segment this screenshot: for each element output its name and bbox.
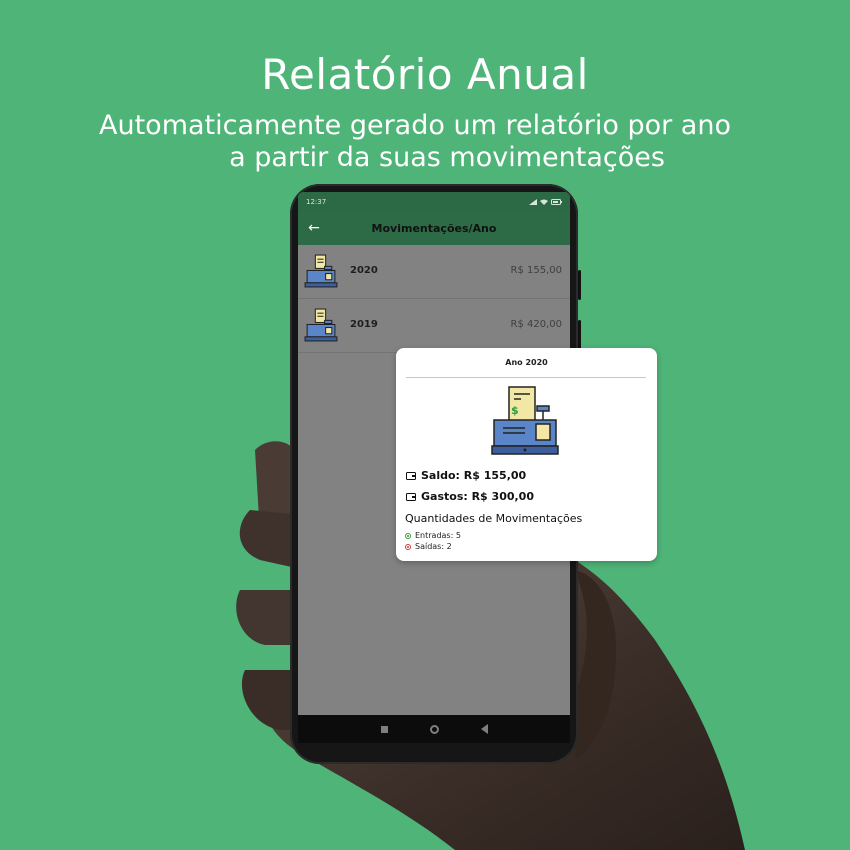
list-item[interactable]: 2019 R$ 420,00 [298, 299, 570, 353]
quantities-title: Quantidades de Movimentações [405, 512, 583, 525]
wallet-icon [406, 492, 416, 501]
saidas-text: Saídas: 2 [415, 542, 452, 551]
cash-register-icon [304, 254, 338, 288]
entradas-icon [405, 532, 411, 539]
row-amount: R$ 420,00 [510, 319, 562, 330]
app-bar: ← Movimentações/Ano [298, 212, 570, 245]
row-year: 2020 [350, 265, 378, 276]
saldo-text: Saldo: R$ 155,00 [421, 469, 527, 482]
row-year: 2019 [350, 319, 378, 330]
svg-text:$: $ [511, 404, 519, 417]
back-triangle-icon[interactable] [480, 724, 488, 734]
arrow-left-icon[interactable]: ← [304, 218, 324, 238]
year-report-card: Ano 2020 $ Saldo: R$ 155,00 Gastos: R$ 3… [396, 348, 657, 561]
row-amount: R$ 155,00 [510, 265, 562, 276]
wallet-icon [406, 471, 416, 480]
hero-subtitle-line-1: Automaticamente gerado um relatório por … [99, 110, 731, 141]
cash-register-icon: $ [491, 386, 559, 455]
app-bar-title: Movimentações/Ano [371, 222, 497, 235]
card-title: Ano 2020 [505, 358, 548, 367]
gastos-text: Gastos: R$ 300,00 [421, 490, 534, 503]
android-nav-bar [298, 715, 570, 743]
phone-volume-button [578, 270, 581, 300]
recents-icon[interactable] [380, 725, 388, 733]
status-time: 12:37 [306, 198, 327, 206]
card-divider [406, 377, 646, 378]
entradas-line: Entradas: 5 [405, 531, 461, 540]
wifi-icon [540, 199, 548, 205]
cash-register-icon [304, 308, 338, 342]
gastos-line: Gastos: R$ 300,00 [406, 490, 534, 503]
saidas-icon [405, 543, 411, 550]
status-bar: 12:37 [298, 192, 570, 212]
saidas-line: Saídas: 2 [405, 542, 452, 551]
entradas-text: Entradas: 5 [415, 531, 461, 540]
list-item[interactable]: 2020 R$ 155,00 [298, 245, 570, 299]
hero-subtitle-line-2: a partir da suas movimentações [229, 142, 665, 173]
hero-title: Relatório Anual [261, 50, 589, 99]
signal-icon [529, 199, 537, 205]
battery-icon [551, 199, 562, 205]
home-icon[interactable] [429, 724, 439, 734]
saldo-line: Saldo: R$ 155,00 [406, 469, 526, 482]
